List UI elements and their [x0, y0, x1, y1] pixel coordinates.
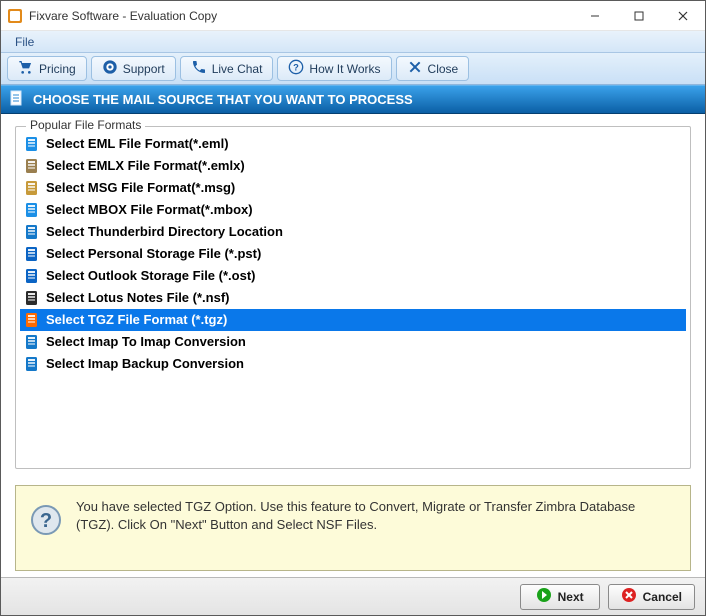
format-item[interactable]: Select EMLX File Format(*.emlx) — [20, 155, 686, 177]
format-item-label: Select Personal Storage File (*.pst) — [46, 245, 261, 263]
format-item[interactable]: Select Thunderbird Directory Location — [20, 221, 686, 243]
menu-file[interactable]: File — [9, 32, 40, 52]
howitworks-button[interactable]: ? How It Works — [277, 56, 391, 81]
svg-text:?: ? — [40, 510, 52, 532]
livechat-button[interactable]: Live Chat — [180, 56, 274, 81]
format-item[interactable]: Select TGZ File Format (*.tgz) — [20, 309, 686, 331]
format-item[interactable]: Select Personal Storage File (*.pst) — [20, 243, 686, 265]
app-window: Fixvare Software - Evaluation Copy File … — [0, 0, 706, 616]
file-format-icon — [24, 334, 40, 350]
cancel-button[interactable]: Cancel — [608, 584, 695, 610]
cancel-x-icon — [621, 587, 637, 606]
file-format-icon — [24, 246, 40, 262]
livechat-label: Live Chat — [212, 62, 263, 76]
toolbar-close-label: Close — [428, 62, 459, 76]
support-label: Support — [123, 62, 165, 76]
app-icon — [7, 8, 23, 24]
format-item[interactable]: Select Imap Backup Conversion — [20, 353, 686, 375]
file-format-icon — [24, 356, 40, 372]
format-item-label: Select MBOX File Format(*.mbox) — [46, 201, 253, 219]
file-format-icon — [24, 180, 40, 196]
format-item-label: Select Thunderbird Directory Location — [46, 223, 283, 241]
format-item[interactable]: Select Outlook Storage File (*.ost) — [20, 265, 686, 287]
format-item-label: Select EML File Format(*.eml) — [46, 135, 229, 153]
file-format-icon — [24, 224, 40, 240]
file-format-icon — [24, 290, 40, 306]
cancel-label: Cancel — [643, 590, 682, 604]
howitworks-label: How It Works — [309, 62, 380, 76]
formats-fieldset: Popular File Formats Select EML File For… — [15, 126, 691, 469]
formats-list: Select EML File Format(*.eml) Select EMLX… — [20, 133, 686, 464]
close-icon — [407, 59, 423, 78]
section-heading: CHOOSE THE MAIL SOURCE THAT YOU WANT TO … — [1, 85, 705, 114]
formats-legend: Popular File Formats — [26, 118, 145, 132]
pricing-button[interactable]: Pricing — [7, 56, 87, 81]
format-item[interactable]: Select EML File Format(*.eml) — [20, 133, 686, 155]
next-label: Next — [558, 590, 584, 604]
format-item[interactable]: Select MBOX File Format(*.mbox) — [20, 199, 686, 221]
format-item-label: Select EMLX File Format(*.emlx) — [46, 157, 245, 175]
toolbar: Pricing Support Live Chat ? How It Works… — [1, 53, 705, 85]
svg-text:?: ? — [294, 62, 300, 72]
cart-icon — [18, 59, 34, 78]
main-content: Popular File Formats Select EML File For… — [1, 114, 705, 475]
document-icon — [9, 90, 25, 109]
button-bar: Next Cancel — [1, 577, 705, 615]
file-format-icon — [24, 312, 40, 328]
titlebar: Fixvare Software - Evaluation Copy — [1, 1, 705, 31]
window-close-button[interactable] — [661, 1, 705, 31]
next-arrow-icon — [536, 587, 552, 606]
support-button[interactable]: Support — [91, 56, 176, 81]
format-item-label: Select TGZ File Format (*.tgz) — [46, 311, 227, 329]
pricing-label: Pricing — [39, 62, 76, 76]
next-button[interactable]: Next — [520, 584, 600, 610]
file-format-icon — [24, 158, 40, 174]
file-format-icon — [24, 268, 40, 284]
maximize-button[interactable] — [617, 1, 661, 31]
format-item-label: Select Outlook Storage File (*.ost) — [46, 267, 255, 285]
info-question-icon: ? — [30, 504, 62, 536]
toolbar-close-button[interactable]: Close — [396, 56, 470, 81]
headset-icon — [102, 59, 118, 78]
window-title: Fixvare Software - Evaluation Copy — [29, 9, 573, 23]
menubar: File — [1, 31, 705, 53]
format-item[interactable]: Select Lotus Notes File (*.nsf) — [20, 287, 686, 309]
format-item-label: Select MSG File Format(*.msg) — [46, 179, 235, 197]
phone-icon — [191, 59, 207, 78]
file-format-icon — [24, 136, 40, 152]
format-item[interactable]: Select MSG File Format(*.msg) — [20, 177, 686, 199]
info-panel: ? You have selected TGZ Option. Use this… — [15, 485, 691, 571]
file-format-icon — [24, 202, 40, 218]
window-controls — [573, 1, 705, 31]
info-text: You have selected TGZ Option. Use this f… — [76, 498, 676, 533]
format-item-label: Select Imap To Imap Conversion — [46, 333, 246, 351]
question-icon: ? — [288, 59, 304, 78]
format-item[interactable]: Select Imap To Imap Conversion — [20, 331, 686, 353]
section-heading-text: CHOOSE THE MAIL SOURCE THAT YOU WANT TO … — [33, 92, 413, 107]
format-item-label: Select Lotus Notes File (*.nsf) — [46, 289, 229, 307]
minimize-button[interactable] — [573, 1, 617, 31]
format-item-label: Select Imap Backup Conversion — [46, 355, 244, 373]
